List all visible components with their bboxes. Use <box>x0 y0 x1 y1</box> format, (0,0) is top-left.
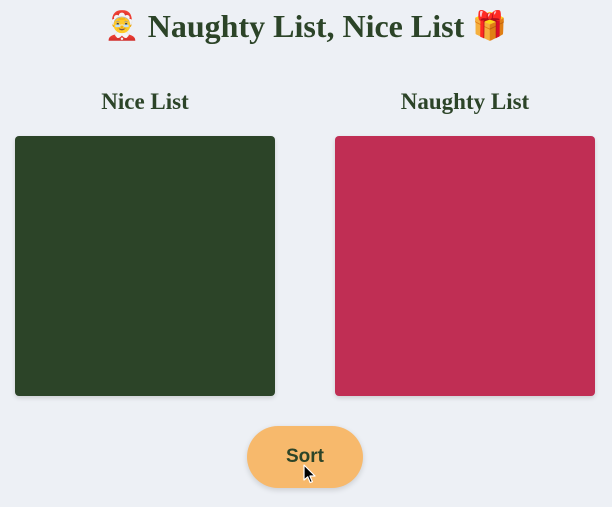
nice-list-heading: Nice List <box>101 89 189 114</box>
santa-emoji-icon: 🤶 <box>104 9 140 42</box>
naughty-list-heading: Naughty List <box>400 89 530 114</box>
gift-emoji-icon: 🎁 <box>472 9 508 42</box>
naughty-list-dropzone[interactable] <box>335 136 595 396</box>
nice-list-dropzone[interactable] <box>15 136 275 396</box>
page-title: 🤶 Naughty List, Nice List 🎁 <box>0 6 612 46</box>
page-title-text: Naughty List, Nice List <box>147 8 465 44</box>
mouse-pointer-icon <box>303 464 316 484</box>
